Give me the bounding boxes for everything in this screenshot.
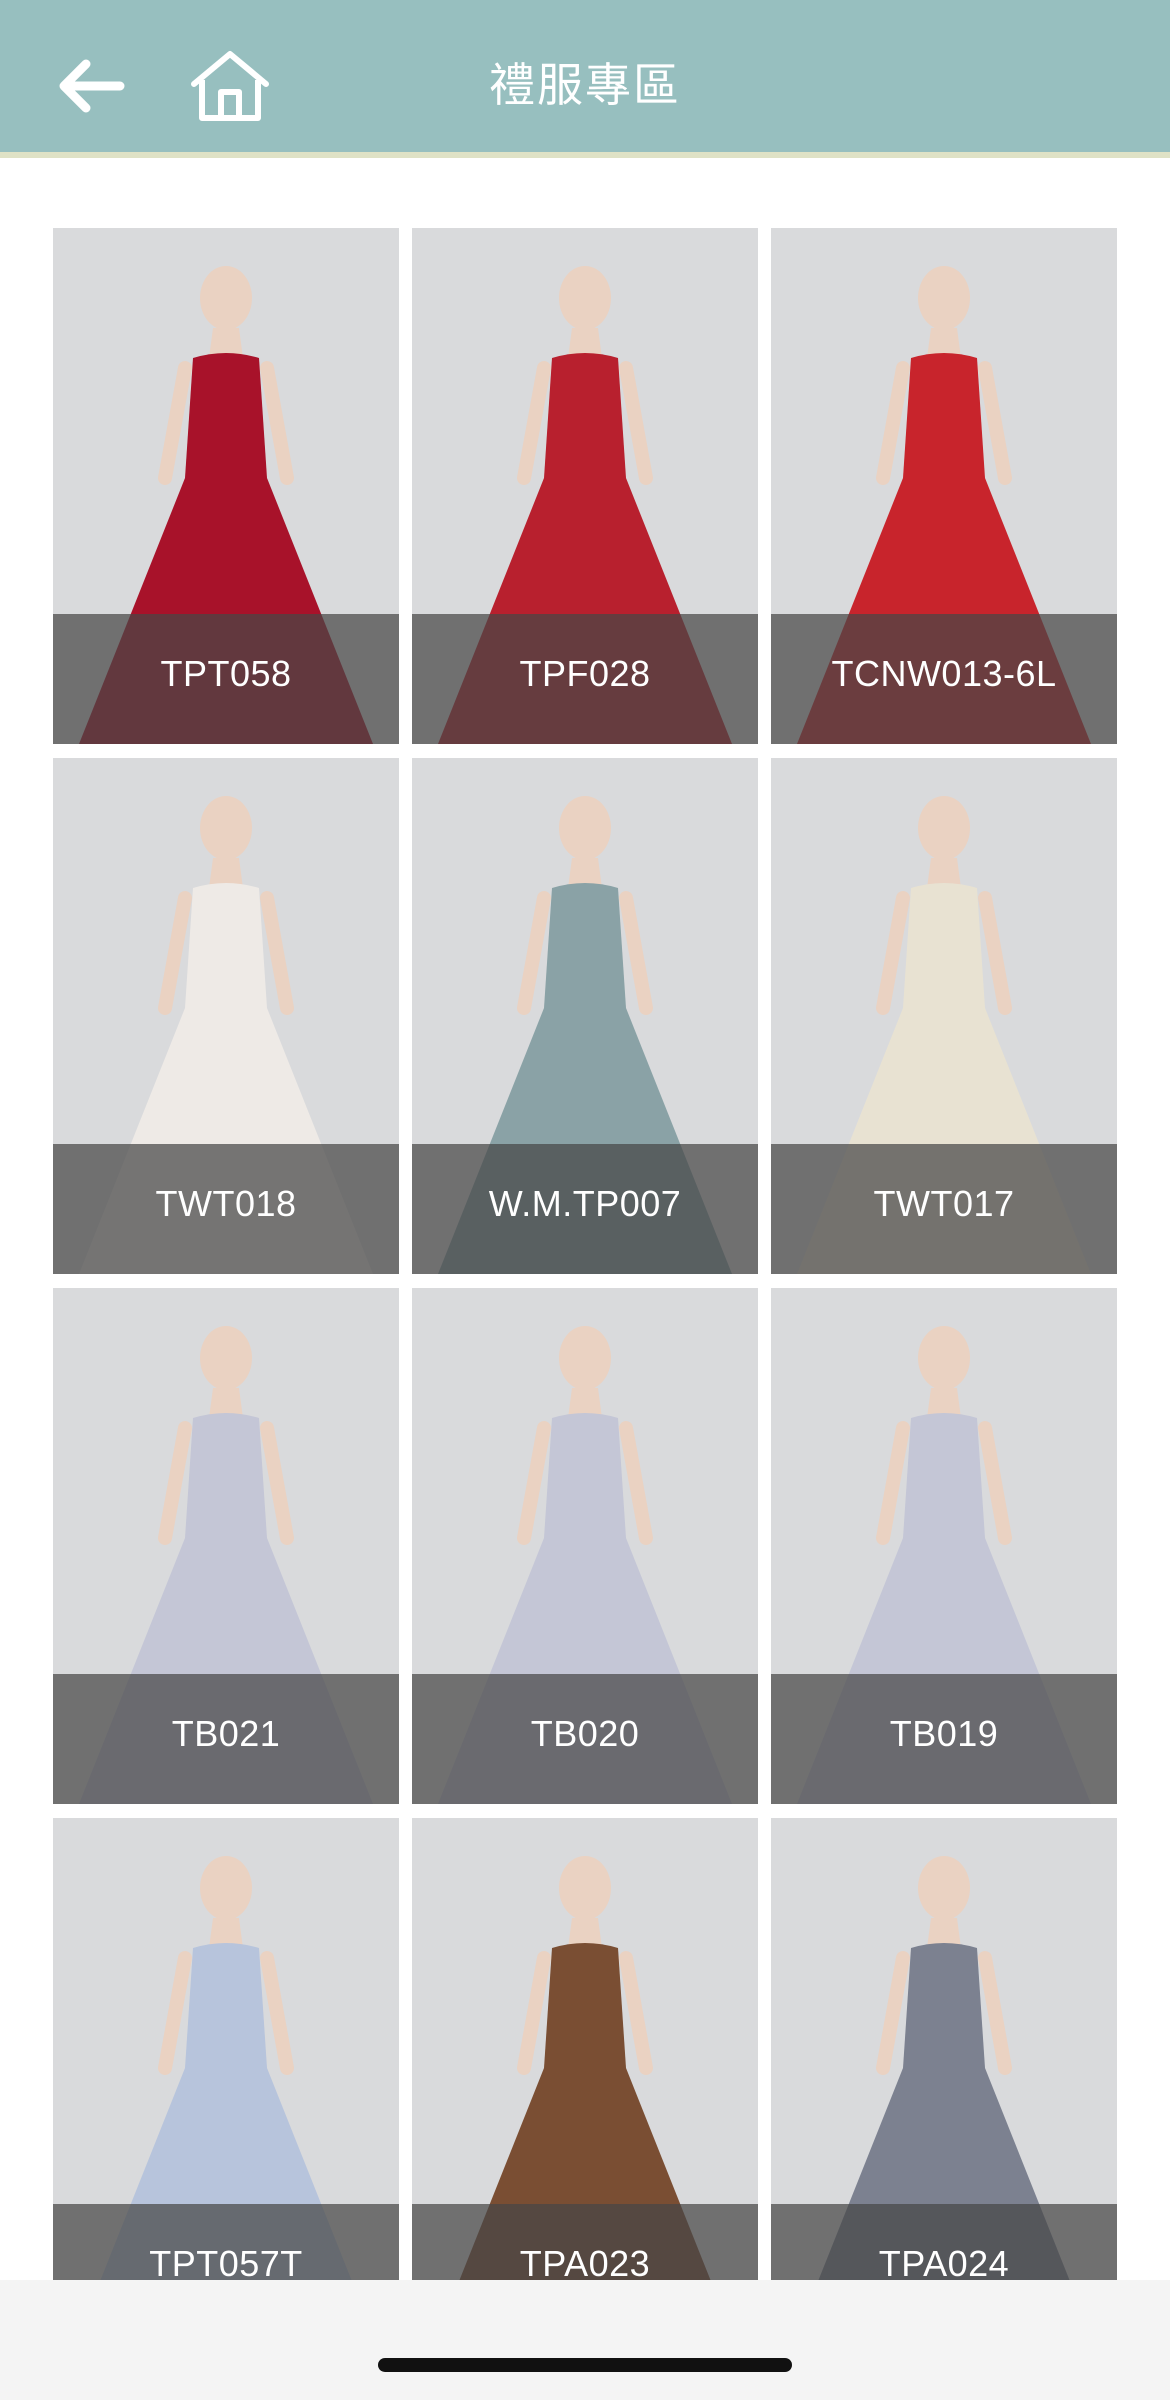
dress-card[interactable]: TB020 xyxy=(412,1288,758,1804)
dress-caption-bar: TWT018 xyxy=(53,1144,399,1274)
dress-gallery-grid: TPT058 TPF028 TCNW013-6L TWT018 W.M.TP007 TWT… xyxy=(53,228,1117,2334)
dress-card[interactable]: TWT018 xyxy=(53,758,399,1274)
dress-card[interactable]: TB021 xyxy=(53,1288,399,1804)
dress-caption-bar: TPF028 xyxy=(412,614,758,744)
dress-card[interactable]: TPT057T xyxy=(53,1818,399,2334)
header-divider xyxy=(0,152,1170,158)
dress-code-label: TB019 xyxy=(889,1713,999,1754)
dress-card[interactable]: TPF028 xyxy=(412,228,758,744)
page-title: 禮服專區 xyxy=(489,58,681,112)
dress-caption-bar: W.M.TP007 xyxy=(412,1144,758,1274)
dress-code-label: TPF028 xyxy=(519,653,651,694)
dress-card[interactable]: TPA024 xyxy=(771,1818,1117,2334)
dress-card[interactable]: TPT058 xyxy=(53,228,399,744)
dress-code-label: TB021 xyxy=(171,1713,281,1754)
dress-code-label: TCNW013-6L xyxy=(831,653,1057,694)
dress-code-label: W.M.TP007 xyxy=(488,1183,682,1224)
dress-caption-bar: TB019 xyxy=(771,1674,1117,1804)
dress-caption-bar: TWT017 xyxy=(771,1144,1117,1274)
home-indicator[interactable] xyxy=(378,2358,792,2372)
dress-caption-bar: TCNW013-6L xyxy=(771,614,1117,744)
top-navigation-bar: 禮服專區 xyxy=(0,0,1170,152)
dress-card[interactable]: W.M.TP007 xyxy=(412,758,758,1274)
bottom-safe-area xyxy=(0,2280,1170,2400)
dress-code-label: TB020 xyxy=(530,1713,640,1754)
dress-code-label: TWT017 xyxy=(873,1183,1015,1224)
dress-code-label: TWT018 xyxy=(155,1183,297,1224)
dress-code-label: TPT058 xyxy=(160,653,292,694)
dress-card[interactable]: TWT017 xyxy=(771,758,1117,1274)
dress-caption-bar: TB020 xyxy=(412,1674,758,1804)
dress-caption-bar: TPT058 xyxy=(53,614,399,744)
dress-caption-bar: TB021 xyxy=(53,1674,399,1804)
dress-card[interactable]: TPA023 xyxy=(412,1818,758,2334)
dress-card[interactable]: TB019 xyxy=(771,1288,1117,1804)
dress-card[interactable]: TCNW013-6L xyxy=(771,228,1117,744)
